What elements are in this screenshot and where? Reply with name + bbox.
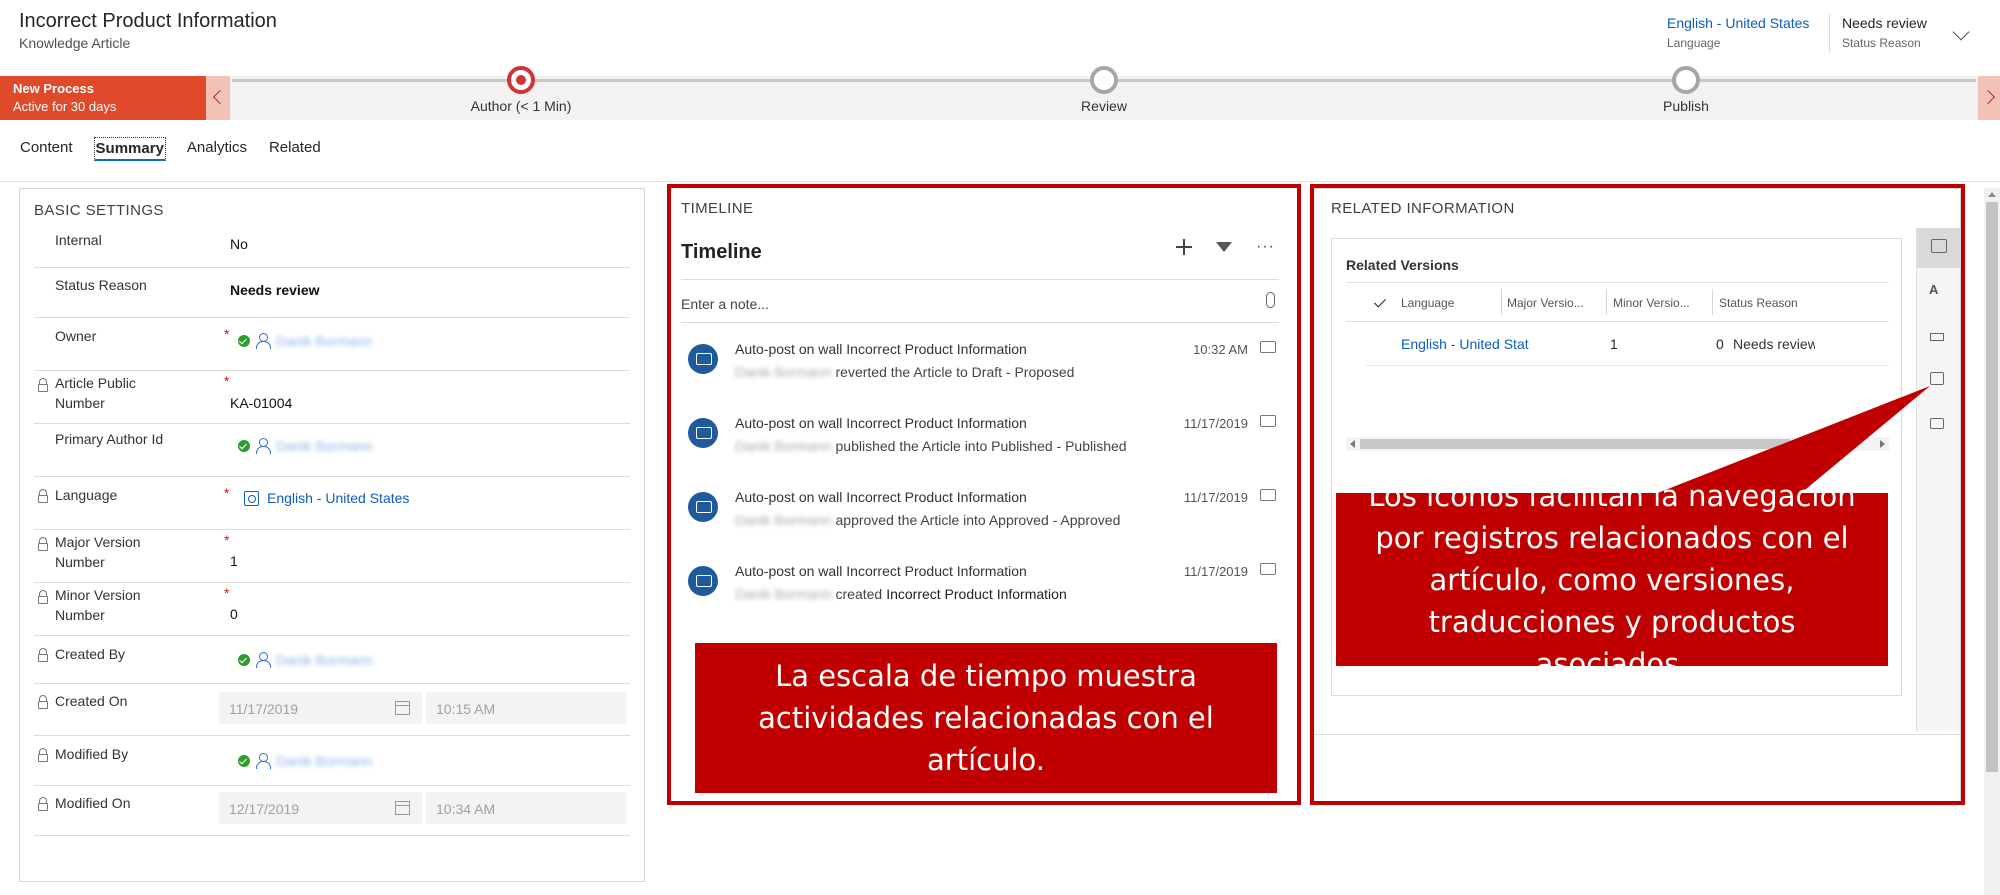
icons-callout-text: Los iconos facilitan la navegación por r… — [1368, 478, 1856, 681]
timeline-callout: La escala de tiempo muestra actividades … — [695, 643, 1277, 793]
timeline-callout-text: La escala de tiempo muestra actividades … — [758, 659, 1214, 777]
icons-callout: Los iconos facilitan la navegación por r… — [1336, 479, 1888, 681]
